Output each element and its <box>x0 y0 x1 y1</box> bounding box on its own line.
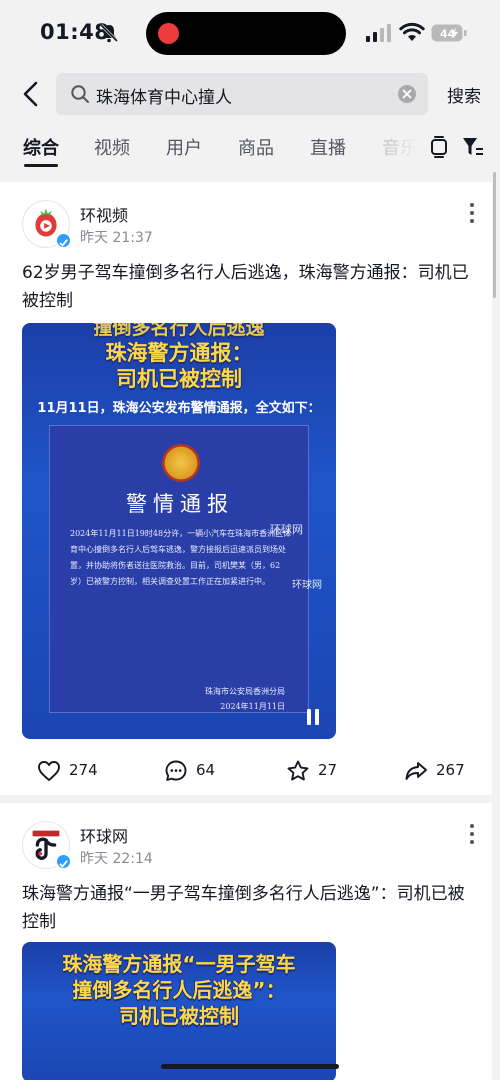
status-bar: 01:48 44 <box>0 0 500 66</box>
post-time: 昨天 21:37 <box>80 230 153 246</box>
police-emblem-icon <box>162 444 200 482</box>
battery-icon: 44 <box>431 24 467 42</box>
verified-badge-icon <box>55 853 72 870</box>
wifi-icon <box>399 22 425 41</box>
scrollbar[interactable] <box>493 172 496 298</box>
home-indicator[interactable] <box>161 1064 339 1069</box>
post-time: 昨天 22:14 <box>80 851 153 867</box>
watermark-text-2: 环球网 <box>292 580 322 591</box>
favorite-count: 27 <box>318 761 338 779</box>
tab-users[interactable]: 用户 <box>166 134 202 160</box>
notice-date: 2024年11月11日 <box>220 702 285 711</box>
search-header: 珠海体育中心撞人 搜索 <box>0 66 500 122</box>
tab-live[interactable]: 直播 <box>310 134 346 160</box>
thumb-headline-3: 司机已被控制 <box>119 1004 239 1028</box>
search-button[interactable]: 搜索 <box>447 82 481 107</box>
tab-active-indicator <box>24 164 58 167</box>
avatar[interactable] <box>22 821 72 870</box>
notice-org: 珠海市公安局香洲分局 <box>205 687 285 696</box>
video-thumbnail[interactable]: 撞倒多名行人后逃逸 珠海警方通报： 司机已被控制 11月11日，珠海公安发布警情… <box>22 323 336 739</box>
star-icon <box>287 760 309 781</box>
tab-all[interactable]: 综合 <box>23 134 59 160</box>
filter-icon[interactable] <box>462 136 484 158</box>
recording-indicator <box>158 23 179 44</box>
tab-fade <box>370 122 420 174</box>
author-name[interactable]: 环视频 <box>80 202 128 226</box>
dynamic-island <box>146 12 346 55</box>
notice-body: 2024年11月11日19时48分许，一辆小汽车在珠海市香洲区体育中心撞倒多名行… <box>70 529 292 586</box>
video-thumbnail[interactable]: 珠海警方通报“一男子驾车 撞倒多名行人后逃逸”： 司机已被控制 <box>22 942 336 1080</box>
search-icon <box>71 85 89 103</box>
share-count: 267 <box>436 761 465 779</box>
signal-icon <box>366 24 391 42</box>
tab-products[interactable]: 商品 <box>238 134 274 160</box>
comment-count: 64 <box>196 761 216 779</box>
post-title[interactable]: 珠海警方通报“一男子驾车撞倒多名行人后逃逸”：司机已被控制 <box>22 880 477 936</box>
author-name[interactable]: 环球网 <box>80 823 128 847</box>
like-count: 274 <box>69 761 98 779</box>
share-icon <box>405 762 427 780</box>
search-result-card[interactable]: 环视频 昨天 21:37 62岁男子驾车撞倒多名行人后逃逸，珠海警方通报：司机已… <box>0 182 492 795</box>
thumb-headline-2: 撞倒多名行人后逃逸”： <box>72 978 286 1002</box>
search-tabs: 综合 视频 用户 商品 直播 音乐 <box>0 122 500 174</box>
thumb-headline-1: 珠海警方通报“一男子驾车 <box>62 952 296 976</box>
more-icon[interactable] <box>466 202 478 224</box>
verified-badge-icon <box>55 232 72 249</box>
avatar[interactable] <box>22 200 72 249</box>
notice-title: 警情通报 <box>126 492 234 516</box>
search-result-card[interactable]: 环球网 昨天 22:14 珠海警方通报“一男子驾车撞倒多名行人后逃逸”：司机已被… <box>0 803 492 1080</box>
thumb-intro: 11月11日，珠海公安发布警情通报，全文如下： <box>37 401 321 416</box>
notice-signature: 珠海市公安局香洲分局 2024年11月11日 <box>50 684 285 714</box>
search-query: 珠海体育中心撞人 <box>96 88 232 108</box>
back-icon[interactable] <box>18 80 44 108</box>
clear-icon[interactable] <box>398 85 416 103</box>
layout-icon[interactable] <box>429 136 449 158</box>
tab-video[interactable]: 视频 <box>94 134 130 160</box>
heart-icon <box>38 761 60 781</box>
bell-off-icon <box>99 23 119 43</box>
police-notice: 警情通报 2024年11月11日19时48分许，一辆小汽车在珠海市香洲区体育中心… <box>49 425 309 713</box>
thumb-headline-2: 司机已被控制 <box>116 367 242 391</box>
comment-icon <box>165 760 187 781</box>
watermark-text: 环球网 <box>270 523 303 536</box>
post-title[interactable]: 62岁男子驾车撞倒多名行人后逃逸，珠海警方通报：司机已被控制 <box>22 259 477 315</box>
more-icon[interactable] <box>466 823 478 845</box>
search-input[interactable]: 珠海体育中心撞人 <box>56 73 428 115</box>
pause-icon[interactable] <box>306 709 320 725</box>
